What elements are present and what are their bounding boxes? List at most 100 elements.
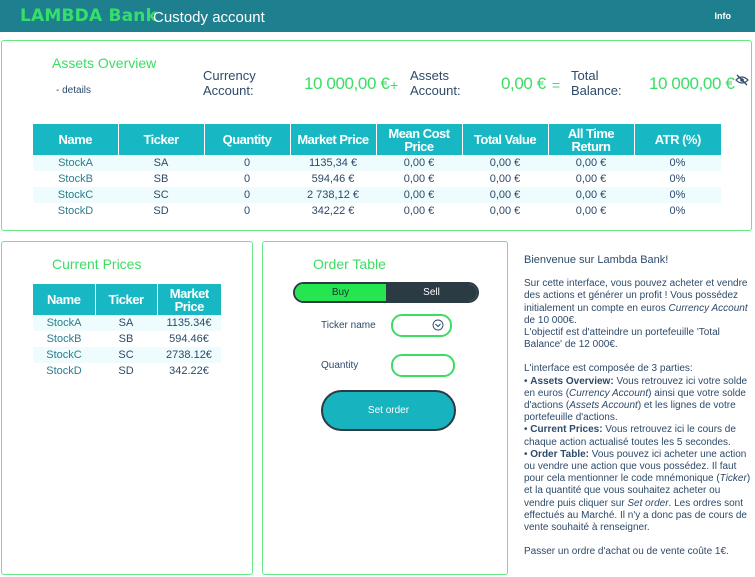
column-header: Ticker xyxy=(118,124,205,155)
column-header: Ticker xyxy=(95,284,158,315)
currency-account-label: Currency Account: xyxy=(203,68,256,98)
sell-toggle[interactable]: Sell xyxy=(386,284,477,301)
column-header: ATR (%) xyxy=(634,124,721,155)
table-cell: 342.22€ xyxy=(157,363,221,379)
table-cell: 0,00 € xyxy=(462,155,548,171)
info-link[interactable]: Info xyxy=(715,11,732,21)
assets-table: Name Ticker Quantity Market Price Mean C… xyxy=(33,124,721,219)
assets-account-value: 0,00 € xyxy=(501,74,546,93)
column-header: Total Value xyxy=(462,124,549,155)
column-header: Market Price xyxy=(290,124,377,155)
chevron-down-icon xyxy=(432,319,444,331)
table-cell: 0% xyxy=(634,171,721,187)
table-cell: 1135,34 € xyxy=(290,155,376,171)
brand-logo: LAMBDA Bank xyxy=(20,6,158,26)
table-cell: StockD xyxy=(33,363,95,379)
buy-toggle[interactable]: Buy xyxy=(295,284,386,301)
column-header: Name xyxy=(33,124,119,155)
table-cell: 0,00 € xyxy=(376,203,462,219)
table-cell: StockB xyxy=(33,171,118,187)
assets-table-header: Name Ticker Quantity Market Price Mean C… xyxy=(33,124,721,155)
table-cell: SB xyxy=(118,171,204,187)
currency-account-value: 10 000,00 € xyxy=(304,74,390,93)
table-cell: StockA xyxy=(33,155,118,171)
current-prices-title: Current Prices xyxy=(52,256,142,272)
table-cell: 0 xyxy=(204,155,290,171)
table-cell: 1135.34€ xyxy=(157,315,221,331)
assets-account-label: Assets Account: xyxy=(410,68,461,98)
table-cell: 594.46€ xyxy=(157,331,221,347)
details-toggle[interactable]: - details xyxy=(56,85,91,96)
table-cell: 0,00 € xyxy=(548,187,634,203)
table-row: StockA SA 1135.34€ xyxy=(33,315,221,331)
fee-note: Passer un ordre d'achat ou de vente coût… xyxy=(524,546,729,558)
parts-description: L'interface est composée de 3 parties: •… xyxy=(524,363,751,534)
quantity-input[interactable] xyxy=(391,354,455,377)
table-cell: StockD xyxy=(33,203,118,219)
assets-overview-panel: Assets Overview - details Currency Accoun… xyxy=(1,40,752,231)
table-row: StockC SC 0 2 738,12 € 0,00 € 0,00 € 0,0… xyxy=(33,187,721,203)
table-cell: SC xyxy=(95,347,157,363)
table-cell: 0% xyxy=(634,187,721,203)
buy-sell-toggle: Buy Sell xyxy=(293,282,479,303)
table-cell: 0,00 € xyxy=(548,155,634,171)
assets-overview-title: Assets Overview xyxy=(52,55,157,71)
table-cell: 0,00 € xyxy=(462,203,548,219)
table-cell: 0% xyxy=(634,203,721,219)
table-cell: 0,00 € xyxy=(376,155,462,171)
column-header: Market Price xyxy=(157,284,221,315)
table-row: StockD SD 0 342,22 € 0,00 € 0,00 € 0,00 … xyxy=(33,203,721,219)
total-balance-value: 10 000,00 € xyxy=(649,74,735,93)
welcome-heading: Bienvenue sur Lambda Bank! xyxy=(524,254,669,266)
table-cell: 0 xyxy=(204,203,290,219)
column-header: Mean Cost Price xyxy=(376,124,463,155)
table-cell: 0,00 € xyxy=(376,187,462,203)
current-prices-table: Name Ticker Market Price StockA SA 1135.… xyxy=(33,284,221,379)
table-cell: 0,00 € xyxy=(462,187,548,203)
table-row: StockB SB 0 594,46 € 0,00 € 0,00 € 0,00 … xyxy=(33,171,721,187)
table-row: StockC SC 2738.12€ xyxy=(33,347,221,363)
table-cell: 2 738,12 € xyxy=(290,187,376,203)
plus-sign: + xyxy=(390,77,399,93)
table-cell: SA xyxy=(95,315,157,331)
ticker-name-label: Ticker name xyxy=(321,320,376,331)
order-table-panel: Order Table Buy Sell Ticker name Quantit… xyxy=(262,241,508,575)
help-text: Bienvenue sur Lambda Bank! Sur cette int… xyxy=(524,254,752,570)
prices-table-header: Name Ticker Market Price xyxy=(33,284,221,315)
table-cell: 594,46 € xyxy=(290,171,376,187)
table-cell: 0,00 € xyxy=(548,203,634,219)
table-row: StockB SB 594.46€ xyxy=(33,331,221,347)
top-bar: LAMBDA Bank Custody account Info xyxy=(0,0,755,32)
column-header: Name xyxy=(33,284,96,315)
table-cell: 0,00 € xyxy=(376,171,462,187)
table-cell: StockA xyxy=(33,315,95,331)
page-subtitle: Custody account xyxy=(153,9,265,26)
table-cell: StockB xyxy=(33,331,95,347)
table-cell: 0 xyxy=(204,187,290,203)
table-cell: SC xyxy=(118,187,204,203)
table-cell: StockC xyxy=(33,187,118,203)
quantity-label: Quantity xyxy=(321,360,359,371)
set-order-button[interactable]: Set order xyxy=(321,390,456,431)
table-cell: SD xyxy=(118,203,204,219)
table-cell: 0% xyxy=(634,155,721,171)
current-prices-panel: Current Prices Name Ticker Market Price … xyxy=(1,241,253,575)
table-row: StockD SD 342.22€ xyxy=(33,363,221,379)
total-balance-label: Total Balance: xyxy=(571,68,622,98)
table-cell: StockC xyxy=(33,347,95,363)
table-cell: 0,00 € xyxy=(462,171,548,187)
table-cell: 342,22 € xyxy=(290,203,376,219)
table-cell: SB xyxy=(95,331,157,347)
order-table-title: Order Table xyxy=(313,256,386,272)
eye-slash-icon[interactable] xyxy=(735,74,749,86)
ticker-select[interactable] xyxy=(391,314,452,337)
table-cell: 2738.12€ xyxy=(157,347,221,363)
column-header: All Time Return xyxy=(548,124,635,155)
equals-sign: = xyxy=(552,77,561,93)
column-header: Quantity xyxy=(204,124,291,155)
table-cell: 0,00 € xyxy=(548,171,634,187)
intro-paragraph: Sur cette interface, vous pouvez acheter… xyxy=(524,278,748,351)
table-cell: 0 xyxy=(204,171,290,187)
table-cell: SA xyxy=(118,155,204,171)
table-cell: SD xyxy=(95,363,157,379)
